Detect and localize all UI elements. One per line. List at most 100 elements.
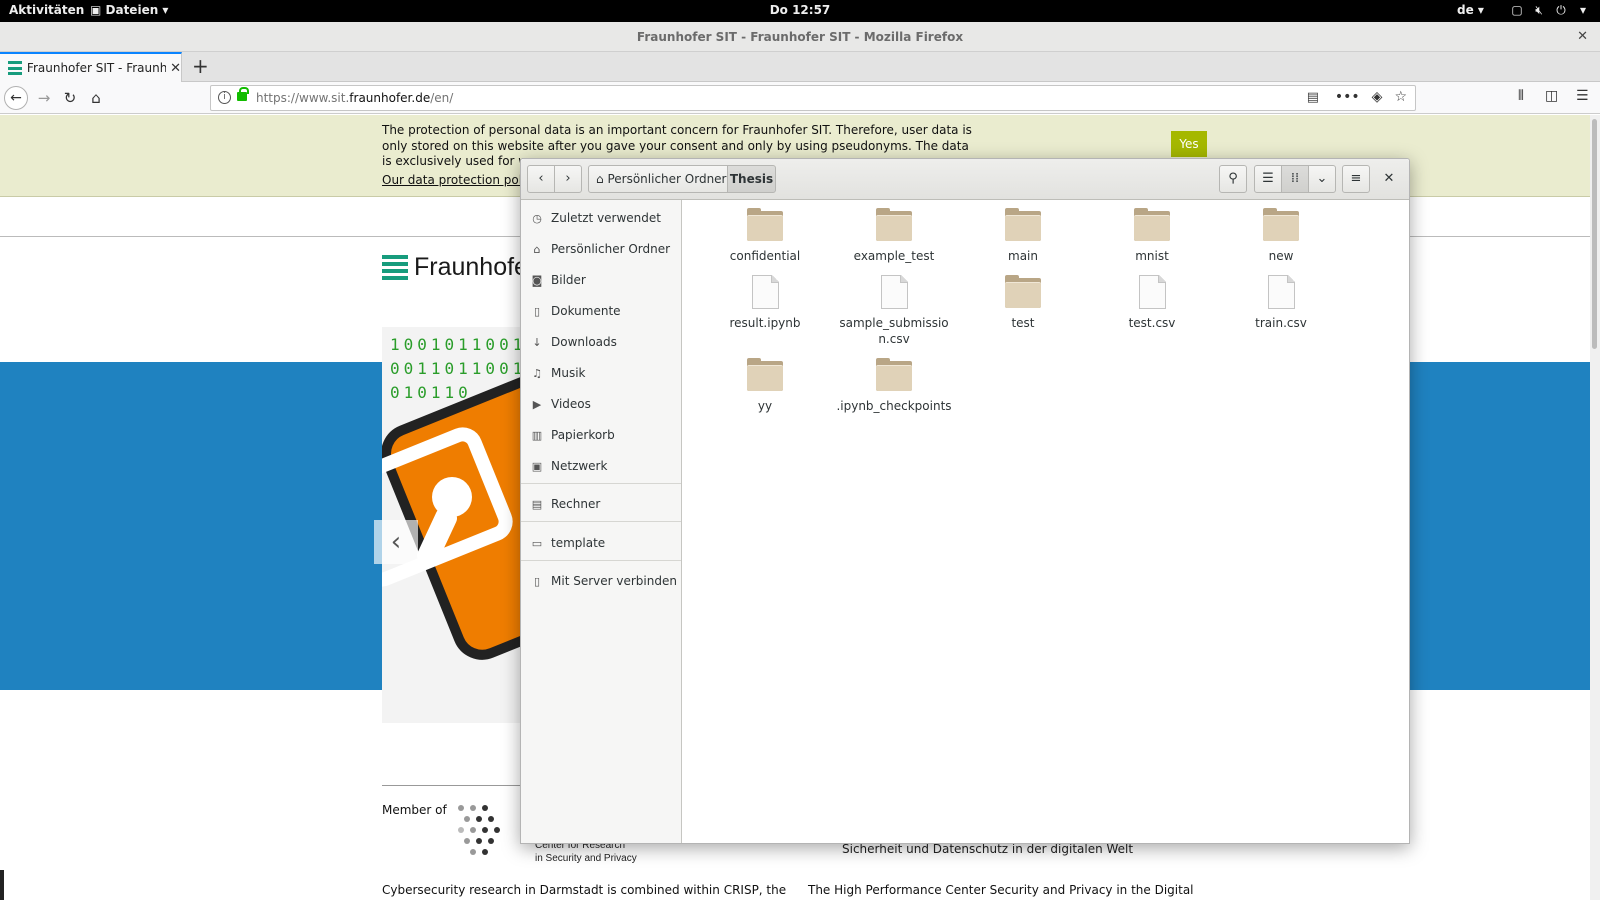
- chevron-down-icon: ▾: [1579, 3, 1587, 17]
- file-name: confidential: [729, 249, 801, 263]
- tab-close-icon[interactable]: ✕: [170, 61, 181, 76]
- data-protection-link[interactable]: Our data protection pol: [382, 173, 522, 187]
- dialog-close-button[interactable]: ✕: [1379, 171, 1399, 189]
- sidebar-toggle-icon[interactable]: ◫: [1545, 88, 1558, 104]
- file-name: sample_submission.csv: [839, 316, 949, 346]
- folder-item[interactable]: new: [1221, 208, 1341, 264]
- view-options-button[interactable]: ⌄: [1308, 165, 1336, 193]
- sidebar-item-papierkorb[interactable]: ▥ Papierkorb: [521, 421, 681, 449]
- cookie-yes-button[interactable]: Yes: [1171, 131, 1207, 157]
- folder-icon: [876, 358, 912, 392]
- file-item[interactable]: test.csv: [1092, 275, 1212, 331]
- folder-icon: [1005, 275, 1041, 309]
- site-info-icon[interactable]: i: [218, 91, 231, 104]
- search-icon: ⚲: [1228, 171, 1238, 186]
- home-button[interactable]: ⌂: [84, 86, 108, 110]
- window-icon: ▢: [1511, 3, 1523, 17]
- sidebar-item-dokumente[interactable]: ▯ Dokumente: [521, 297, 681, 325]
- file-name: train.csv: [1255, 316, 1307, 330]
- folder-item[interactable]: confidential: [705, 208, 825, 264]
- pocket-icon[interactable]: ◈: [1372, 89, 1383, 105]
- carousel-prev-button[interactable]: ‹: [374, 520, 418, 564]
- folder-item[interactable]: test: [963, 275, 1083, 331]
- document-icon: [876, 275, 912, 309]
- list-view-button[interactable]: ☰: [1254, 165, 1282, 193]
- file-item[interactable]: result.ipynb: [705, 275, 825, 331]
- sidebar-item-label: Netzwerk: [551, 459, 608, 473]
- page-actions-icon[interactable]: •••: [1335, 89, 1360, 105]
- url-prefix: https://www.sit.: [256, 91, 350, 105]
- url-bar[interactable]: i https://www.sit.fraunhofer.de/en/ ▤ ••…: [210, 85, 1416, 111]
- system-tray[interactable]: ▢ 🔇︎ ⏻ ▾: [1510, 3, 1590, 18]
- folder-item[interactable]: main: [963, 208, 1083, 264]
- search-button[interactable]: ⚲: [1219, 165, 1247, 193]
- sidebar-item-musik[interactable]: ♫ Musik: [521, 359, 681, 387]
- menu-button[interactable]: ≡: [1342, 165, 1370, 193]
- clock-icon: ◷: [532, 211, 542, 225]
- sidebar-item-zuletzt-verwendet[interactable]: ◷ Zuletzt verwendet: [521, 204, 681, 232]
- folder-icon: [747, 208, 783, 242]
- lock-icon: [237, 87, 249, 101]
- sidebar-item-label: Videos: [551, 397, 591, 411]
- folder-item[interactable]: example_test: [834, 208, 954, 264]
- folder-icon: [876, 208, 912, 242]
- sidebar-item-persönlicher-ordner[interactable]: ⌂ Persönlicher Ordner: [521, 235, 681, 263]
- sidebar-item-downloads[interactable]: ↓ Downloads: [521, 328, 681, 356]
- computer-icon: ▤: [531, 497, 543, 511]
- logo-text: Fraunhofe: [414, 253, 528, 281]
- folder-icon: [1134, 208, 1170, 242]
- reload-button[interactable]: ↻: [58, 86, 82, 110]
- member-of-label: Member of: [382, 803, 447, 817]
- history-back-button[interactable]: ‹: [527, 165, 555, 193]
- sidebar-item-template[interactable]: ▭ template: [521, 529, 681, 557]
- hamburger-menu-icon: ≡: [1350, 171, 1362, 186]
- footer-text-crisp: Cybersecurity research in Darmstadt is c…: [382, 883, 787, 897]
- sidebar-item-label: Mit Server verbinden: [551, 574, 677, 588]
- clock[interactable]: Do 12:57: [0, 3, 1600, 17]
- browser-tab[interactable]: Fraunhofer SIT - Fraunhofer SIT ✕: [0, 52, 182, 82]
- grid-view-button[interactable]: ⁞⁞: [1281, 165, 1309, 193]
- folder-item[interactable]: .ipynb_checkpoints: [834, 358, 954, 414]
- sidebar-item-bilder[interactable]: ◙ Bilder: [521, 266, 681, 294]
- folder-item[interactable]: yy: [705, 358, 825, 414]
- page-scrollbar[interactable]: [1590, 115, 1600, 900]
- back-button[interactable]: ←: [4, 86, 28, 110]
- bookmark-star-icon[interactable]: ☆: [1394, 89, 1407, 105]
- sidebar-separator: [521, 560, 681, 561]
- sidebar-item-netzwerk[interactable]: ▣ Netzwerk: [521, 452, 681, 480]
- sidebar-item-rechner[interactable]: ▤ Rechner: [521, 490, 681, 518]
- new-tab-button[interactable]: +: [192, 54, 209, 78]
- keyboard-language-indicator[interactable]: de ▾: [1457, 3, 1484, 17]
- hamburger-menu-icon[interactable]: ☰: [1576, 88, 1589, 104]
- tab-title: Fraunhofer SIT - Fraunhofer SIT: [26, 61, 167, 75]
- list-view-icon: ☰: [1262, 171, 1274, 186]
- file-name: .ipynb_checkpoints: [836, 399, 952, 413]
- window-close-button[interactable]: ✕: [1577, 22, 1588, 52]
- library-icon[interactable]: ⫴: [1518, 88, 1524, 104]
- url-text[interactable]: https://www.sit.fraunhofer.de/en/: [256, 91, 453, 105]
- forward-button[interactable]: →: [32, 86, 56, 110]
- breadcrumb-home-button[interactable]: ⌂ Persönlicher Ordner: [588, 165, 728, 193]
- file-name: main: [1008, 249, 1038, 263]
- url-path: /en/: [430, 91, 454, 105]
- document-icon: [1134, 275, 1170, 309]
- fraunhofer-logo[interactable]: Fraunhofe: [382, 253, 528, 282]
- crisp-line-2: in Security and Privacy: [535, 853, 637, 864]
- file-item[interactable]: sample_submission.csv: [834, 275, 954, 347]
- scrollbar-thumb[interactable]: [1592, 119, 1597, 349]
- file-name: mnist: [1135, 249, 1169, 263]
- sidebar-separator: [521, 521, 681, 522]
- document-icon: ▯: [533, 304, 541, 318]
- sidebar-item-label: Zuletzt verwendet: [551, 211, 661, 225]
- sidebar-item-mit-server-verbinden[interactable]: ▯ Mit Server verbinden: [521, 567, 681, 595]
- file-item[interactable]: train.csv: [1221, 275, 1341, 331]
- breadcrumb-current-button[interactable]: Thesis: [727, 165, 776, 193]
- trash-icon: ▥: [531, 428, 543, 442]
- sidebar-item-label: Persönlicher Ordner: [551, 242, 671, 256]
- sidebar-item-label: template: [551, 536, 606, 550]
- history-forward-button[interactable]: ›: [554, 165, 582, 193]
- reader-view-icon[interactable]: ▤: [1307, 90, 1319, 105]
- sidebar-item-videos[interactable]: ▶ Videos: [521, 390, 681, 418]
- footer-tagline: Sicherheit und Datenschutz in der digita…: [842, 842, 1134, 856]
- folder-item[interactable]: mnist: [1092, 208, 1212, 264]
